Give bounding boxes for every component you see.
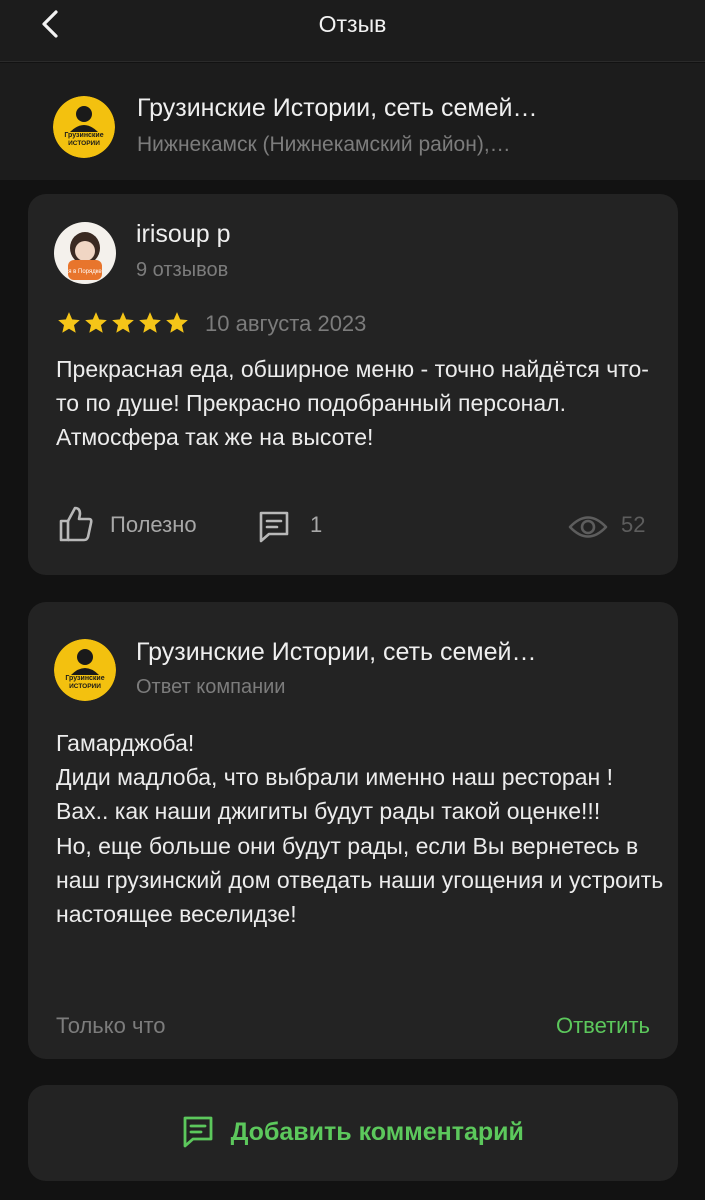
star-icon [58,312,80,333]
author-name[interactable]: irisoup p [136,220,231,249]
add-comment-label: Добавить комментарий [230,1117,524,1146]
rating-stars [56,310,190,336]
svg-text:Грузинские: Грузинские [64,132,103,139]
company-avatar: Грузинские ИСТОРИИ [54,639,116,701]
reply-text: Гамарджоба! Диди мадлоба, что выбрали им… [56,726,666,931]
eye-icon [568,516,608,538]
organization-header[interactable]: Грузинские ИСТОРИИ Грузинские Истории, с… [0,63,705,180]
star-icon [166,312,188,333]
author-avatar[interactable]: я в Порядке [54,222,116,284]
organization-location: Нижнекамск (Нижнекамский район),… [137,133,511,156]
reply-line: Но, еще больше они будут рады, если Вы в… [56,832,664,928]
comments-count: 1 [310,512,323,537]
comment-icon [183,1116,213,1148]
review-card: я в Порядке irisoup p 9 отзывов 10 авгус… [28,194,678,575]
comment-icon [259,511,289,543]
add-comment-button[interactable]: Добавить комментарий [28,1085,678,1181]
organization-name: Грузинские Истории, сеть семей… [137,94,538,122]
page-title: Отзыв [318,11,387,37]
author-review-count: 9 отзывов [136,259,229,281]
review-text: Прекрасная еда, обширное меню - точно на… [56,356,649,450]
svg-text:ИСТОРИИ: ИСТОРИИ [68,140,100,147]
reply-line: Диди мадлоба, что выбрали именно наш рес… [56,764,613,825]
star-icon [139,312,161,333]
review-date: 10 августа 2023 [205,311,367,336]
reply-author-name: Грузинские Истории, сеть семей… [136,638,537,666]
reply-button[interactable]: Ответить [556,1013,650,1039]
add-comment-content: Добавить комментарий [28,1115,678,1149]
reply-timestamp: Только что [56,1013,166,1038]
star-icon [112,312,134,333]
comments-button[interactable]: 1 [254,500,354,548]
star-icon [85,312,107,333]
organization-logo: Грузинские ИСТОРИИ [53,96,115,158]
helpful-label: Полезно [110,512,197,537]
views-count: 52 [621,512,646,537]
company-reply-card: Грузинские ИСТОРИИ Грузинские Истории, с… [28,602,678,1059]
reply-subtitle: Ответ компании [136,676,286,698]
top-bar: Отзыв [0,0,705,62]
reply-line: Гамарджоба! [56,730,195,756]
svg-text:я в Порядке: я в Порядке [68,269,102,275]
svg-text:ИСТОРИИ: ИСТОРИИ [69,683,101,690]
views-indicator: 52 [564,500,664,548]
svg-text:Грузинские: Грузинские [65,675,104,682]
thumbs-up-icon [59,506,93,542]
